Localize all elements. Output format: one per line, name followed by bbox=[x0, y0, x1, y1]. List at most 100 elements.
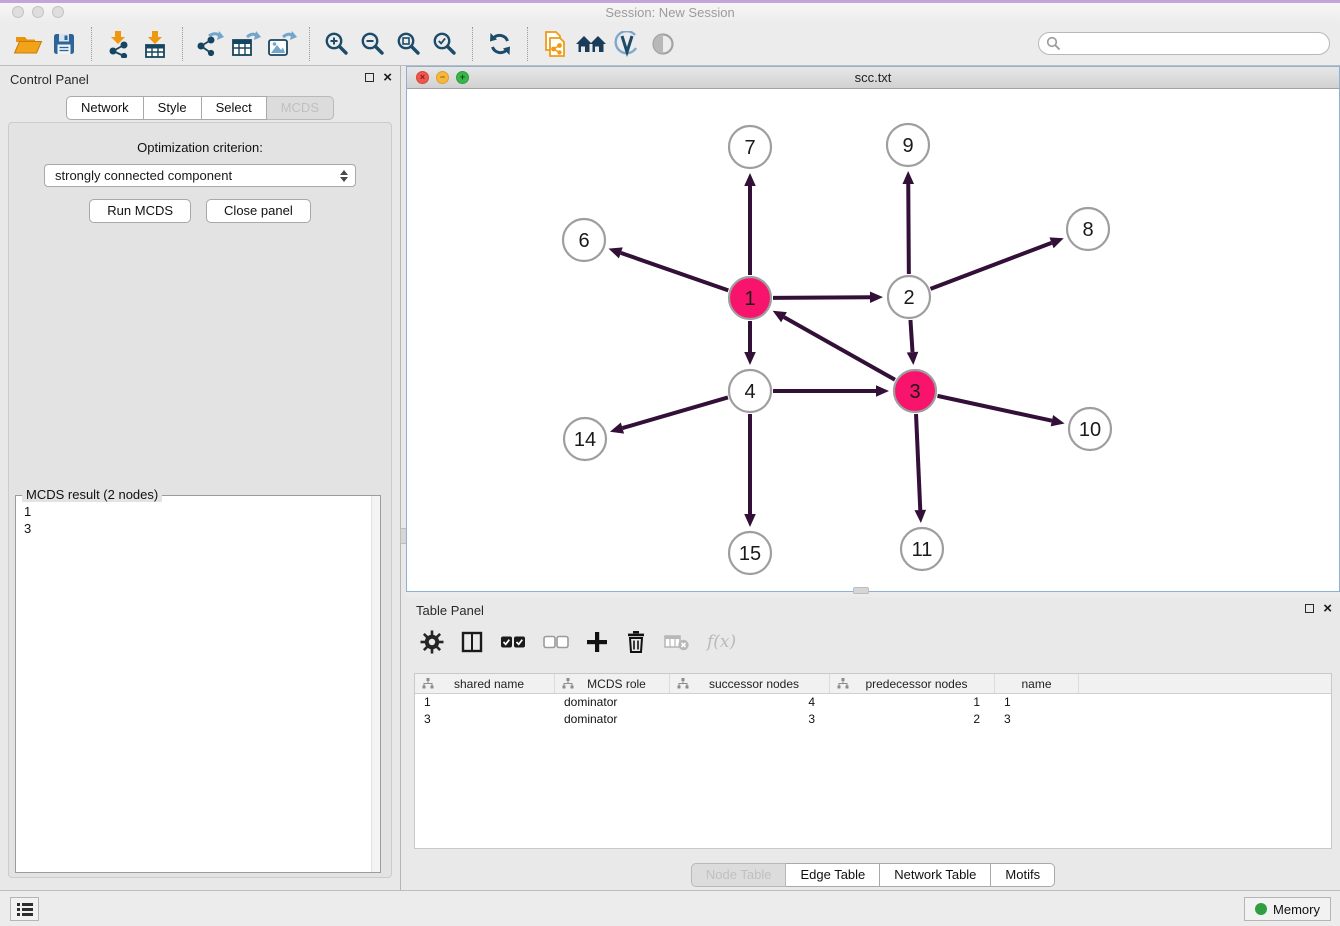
import-network-button[interactable] bbox=[101, 25, 137, 63]
plus-icon bbox=[586, 631, 608, 653]
close-panel-icon[interactable]: × bbox=[383, 72, 392, 83]
table-cell[interactable]: 2 bbox=[830, 711, 995, 728]
control-panel: Control Panel × Network Style Select MCD… bbox=[0, 66, 401, 890]
list-icon bbox=[16, 902, 34, 917]
table-toolbar: f(x) bbox=[420, 629, 736, 655]
tab-network[interactable]: Network bbox=[66, 96, 144, 120]
eye-button[interactable] bbox=[645, 25, 681, 63]
deselect-all-columns-button[interactable] bbox=[543, 629, 569, 655]
table-cell[interactable]: 1 bbox=[995, 694, 1079, 711]
home-button[interactable] bbox=[573, 25, 609, 63]
graph-edge-arrowhead bbox=[744, 514, 756, 527]
graph-edge-3-1[interactable] bbox=[784, 317, 895, 380]
export-table-button[interactable] bbox=[228, 25, 264, 63]
open-folder-icon bbox=[13, 32, 43, 56]
export-network-button[interactable] bbox=[192, 25, 228, 63]
table-body: 1dominator4113dominator323 bbox=[415, 694, 1331, 728]
tab-node-table[interactable]: Node Table bbox=[691, 863, 787, 887]
tab-network-table[interactable]: Network Table bbox=[880, 863, 991, 887]
tab-edge-table[interactable]: Edge Table bbox=[786, 863, 880, 887]
graph-edge-3-11[interactable] bbox=[916, 414, 920, 510]
table-cell[interactable]: 3 bbox=[415, 711, 555, 728]
clone-network-button[interactable] bbox=[537, 25, 573, 63]
table-cell[interactable]: 3 bbox=[995, 711, 1079, 728]
graph-node-label: 4 bbox=[744, 381, 755, 403]
zoom-out-icon bbox=[360, 31, 386, 57]
result-scrollbar[interactable] bbox=[371, 496, 380, 872]
run-mcds-button[interactable]: Run MCDS bbox=[89, 199, 191, 223]
search-icon bbox=[1046, 36, 1061, 51]
table-header-row: shared name MCDS role successor nodes pr… bbox=[415, 674, 1331, 694]
vizmap-button[interactable] bbox=[609, 25, 645, 63]
tab-motifs[interactable]: Motifs bbox=[991, 863, 1055, 887]
zoom-out-button[interactable] bbox=[355, 25, 391, 63]
optimization-criterion-label: Optimization criterion: bbox=[9, 140, 391, 155]
save-session-button[interactable] bbox=[46, 25, 82, 63]
hierarchy-icon bbox=[837, 678, 849, 689]
column-header-predecessor-nodes[interactable]: predecessor nodes bbox=[830, 674, 995, 693]
table-panel-header: Table Panel × bbox=[406, 597, 1340, 623]
table-settings-button[interactable] bbox=[420, 629, 444, 655]
export-image-button[interactable] bbox=[264, 25, 300, 63]
open-session-button[interactable] bbox=[10, 25, 46, 63]
search-box[interactable] bbox=[1038, 32, 1330, 55]
select-all-columns-button[interactable] bbox=[500, 629, 526, 655]
zoom-in-icon bbox=[324, 31, 350, 57]
network-canvas[interactable]: 1234678910111415 bbox=[407, 89, 1339, 590]
zoom-selected-button[interactable] bbox=[427, 25, 463, 63]
close-panel-button[interactable]: Close panel bbox=[206, 199, 311, 223]
tab-select[interactable]: Select bbox=[202, 96, 267, 120]
table-cell[interactable]: 4 bbox=[670, 694, 830, 711]
refresh-button[interactable] bbox=[482, 25, 518, 63]
table-cell[interactable]: dominator bbox=[555, 694, 670, 711]
graph-edge-arrowhead bbox=[609, 247, 623, 258]
network-window-title: scc.txt bbox=[407, 70, 1339, 85]
table-cell[interactable]: 1 bbox=[415, 694, 555, 711]
task-history-button[interactable] bbox=[10, 897, 39, 921]
float-panel-icon[interactable] bbox=[365, 73, 374, 82]
graph-edge-2-9[interactable] bbox=[908, 184, 909, 274]
graph-edge-arrowhead bbox=[914, 510, 926, 523]
zoom-fit-button[interactable] bbox=[391, 25, 427, 63]
table-row[interactable]: 3dominator323 bbox=[415, 711, 1331, 728]
graph-edge-2-8[interactable] bbox=[931, 243, 1052, 289]
table-cell[interactable]: 3 bbox=[670, 711, 830, 728]
tab-mcds[interactable]: MCDS bbox=[267, 96, 334, 120]
toolbar-separator bbox=[472, 27, 473, 61]
column-header-successor-nodes[interactable]: successor nodes bbox=[670, 674, 830, 693]
columns-icon bbox=[461, 631, 483, 653]
table-cell[interactable]: 1 bbox=[830, 694, 995, 711]
graph-edge-3-10[interactable] bbox=[937, 396, 1051, 421]
column-header-mcds-role[interactable]: MCDS role bbox=[555, 674, 670, 693]
window-title: Session: New Session bbox=[0, 5, 1340, 20]
toolbar-separator bbox=[182, 27, 183, 61]
graph-edge-4-14[interactable] bbox=[622, 397, 727, 428]
search-input[interactable] bbox=[1061, 34, 1329, 53]
mcds-result-list[interactable]: 1 3 bbox=[16, 499, 370, 872]
import-table-button[interactable] bbox=[137, 25, 173, 63]
add-column-button[interactable] bbox=[586, 629, 608, 655]
graph-node-label: 8 bbox=[1082, 219, 1093, 241]
column-header-shared-name[interactable]: shared name bbox=[415, 674, 555, 693]
show-column-panel-button[interactable] bbox=[461, 629, 483, 655]
graph-node-label: 2 bbox=[903, 287, 914, 309]
table-row[interactable]: 1dominator411 bbox=[415, 694, 1331, 711]
horizontal-divider-handle[interactable] bbox=[853, 587, 869, 594]
tab-style[interactable]: Style bbox=[144, 96, 202, 120]
zoom-in-button[interactable] bbox=[319, 25, 355, 63]
criterion-dropdown[interactable]: strongly connected component bbox=[44, 164, 356, 187]
float-table-panel-icon[interactable] bbox=[1305, 604, 1314, 613]
close-table-panel-icon[interactable]: × bbox=[1323, 603, 1332, 614]
graph-edge-1-2[interactable] bbox=[773, 297, 870, 298]
memory-label: Memory bbox=[1273, 902, 1320, 917]
function-builder-button[interactable]: f(x) bbox=[707, 629, 736, 655]
delete-columns-button[interactable] bbox=[625, 629, 647, 655]
toolbar-separator bbox=[527, 27, 528, 61]
table-cell[interactable]: dominator bbox=[555, 711, 670, 728]
column-header-name[interactable]: name bbox=[995, 674, 1079, 693]
graph-edge-1-6[interactable] bbox=[621, 253, 728, 291]
graph-edge-2-3[interactable] bbox=[910, 320, 912, 352]
delete-table-button[interactable] bbox=[664, 629, 690, 655]
memory-button[interactable]: Memory bbox=[1244, 897, 1331, 921]
zoom-selected-icon bbox=[432, 31, 458, 57]
